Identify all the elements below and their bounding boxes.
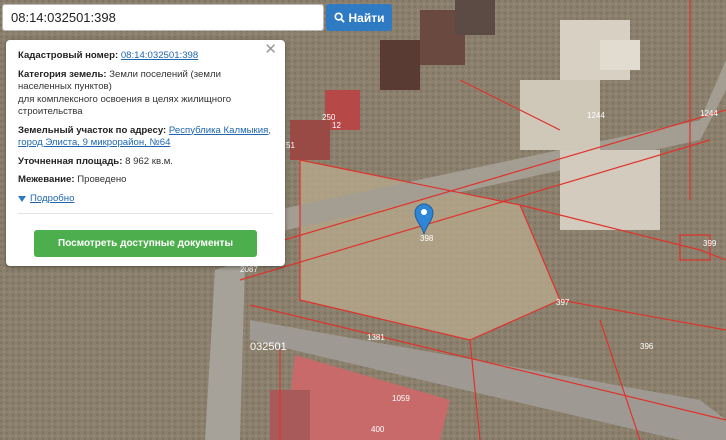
parcel-label: 1059 xyxy=(392,394,410,403)
parcel-label: 399 xyxy=(703,239,717,248)
parcel-label: 12 xyxy=(332,121,341,130)
address-label: Земельный участок по адресу: xyxy=(18,124,167,136)
category-label: Категория земель: xyxy=(18,68,107,80)
parcel-label: 396 xyxy=(640,342,654,351)
more-details-link[interactable]: Подробно xyxy=(30,193,74,206)
parcel-label: 400 xyxy=(371,425,385,434)
parcel-label: 397 xyxy=(556,298,570,307)
parcel-label: 1244 xyxy=(700,109,718,118)
survey-value: Проведено xyxy=(77,174,127,185)
find-button-label: Найти xyxy=(348,10,385,25)
survey-row: Межевание: Проведено xyxy=(18,174,273,187)
block-label: 032501 xyxy=(250,341,287,353)
parcel-info-popup: ✕ Кадастровый номер: 08:14:032501:398 Ка… xyxy=(6,40,285,266)
view-documents-button[interactable]: Посмотреть доступные документы xyxy=(34,230,257,257)
cadastral-row: Кадастровый номер: 08:14:032501:398 xyxy=(18,50,273,63)
triangle-down-icon xyxy=(18,195,26,202)
category-row: Категория земель: Земли поселений (земли… xyxy=(18,69,273,119)
cadastral-label: Кадастровый номер: xyxy=(18,50,119,61)
parcel-label: 1244 xyxy=(587,111,605,120)
divider xyxy=(18,213,273,214)
address-row: Земельный участок по адресу: Республика … xyxy=(18,125,273,150)
more-details-toggle[interactable]: Подробно xyxy=(18,193,273,206)
parcel-label: 2087 xyxy=(240,265,258,274)
area-value: 8 962 кв.м. xyxy=(125,155,173,167)
close-icon[interactable]: ✕ xyxy=(264,42,277,56)
cadastral-link[interactable]: 08:14:032501:398 xyxy=(121,50,198,61)
parcel-label: 51 xyxy=(286,141,295,150)
parcel-label: 398 xyxy=(420,234,434,243)
search-icon xyxy=(333,12,345,23)
find-button[interactable]: Найти xyxy=(326,4,392,31)
category-note: для комплексного освоения в целях жилищн… xyxy=(18,93,232,118)
area-label: Уточненная площадь: xyxy=(18,155,123,167)
area-row: Уточненная площадь: 8 962 кв.м. xyxy=(18,156,273,169)
search-input[interactable] xyxy=(2,4,324,31)
survey-label: Межевание: xyxy=(18,174,75,185)
parcel-label: 1381 xyxy=(367,333,385,342)
